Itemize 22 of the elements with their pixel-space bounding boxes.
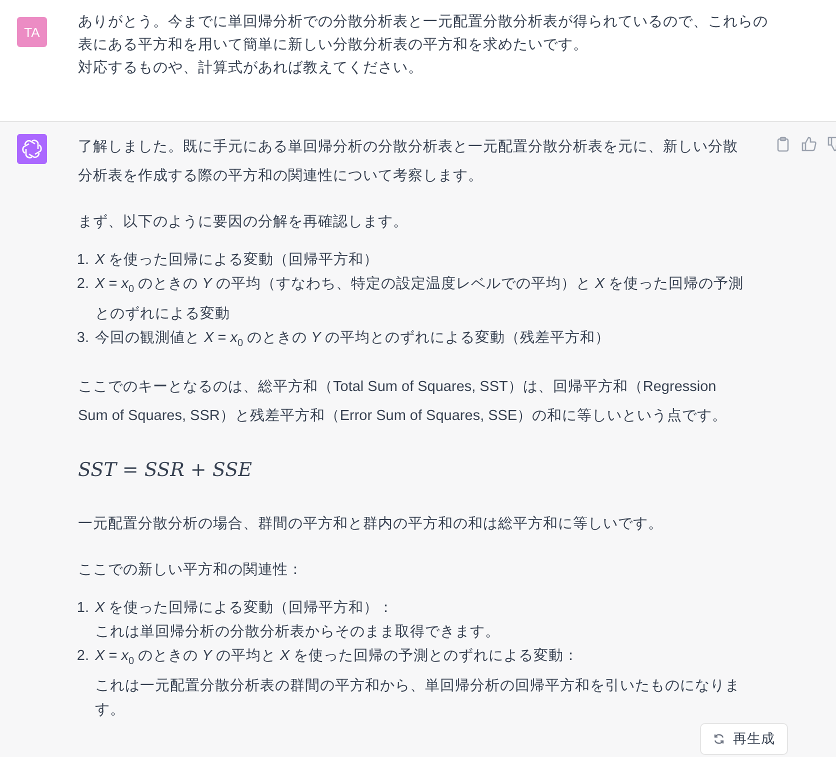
user-avatar: TA: [17, 17, 47, 47]
list-number: 1.: [76, 251, 90, 270]
list-number: 2.: [76, 275, 90, 294]
message-paragraph: 一元配置分散分析の場合、群間の平方和と群内の平方和の和は総平方和に等しいです。: [78, 514, 664, 534]
refresh-icon: [713, 733, 725, 745]
list-item-text: X = x$_{0}$ のときの Y の平均と X を使った回帰の予測とのずれによる変動： これは一元配置分散分析表の群間の平方和から、単回帰分析の回帰平方和を引いたものになりま す。: [95, 646, 740, 720]
thumbs-up-icon[interactable]: [800, 136, 817, 152]
message-paragraph: ここでのキーとなるのは、総平方和（Total Sum of Squares, SST）は、回帰平方和（Regression Sum of Squares, SSR）と残差平方和（Error Sum of Squares, SSE）の和に等しいという点です。: [78, 378, 728, 426]
clipboard-icon[interactable]: [774, 136, 791, 152]
list-item-text: X を使った回帰による変動（回帰平方和）: [95, 250, 379, 270]
list-number: 3.: [76, 328, 90, 348]
message-paragraph: ここでの新しい平方和の関連性：: [78, 560, 304, 580]
message-paragraph: まず、以下のように要因の分解を再確認します。: [78, 213, 409, 232]
list-item-text: X を使った回帰による変動（回帰平方和）： これは単回帰分析の分散分析表からそのまま取得できます。: [95, 598, 500, 642]
assistant-logo-icon: [17, 134, 47, 164]
list-item-text: 今回の観測値と X = x$_{0}$ のときの Y の平均とのずれによる変動（残差平方和）: [95, 328, 610, 351]
message-paragraph: 了解しました。既に手元にある単回帰分析の分散分析表と一元配置分散分析表を元に、新しい分散 分析表を作成する際の平方和の関連性について考察します。: [78, 138, 739, 186]
list-number: 2.: [76, 646, 90, 666]
list-number: 1.: [76, 598, 90, 618]
math-formula: SST = SSR + SSE: [78, 458, 253, 483]
user-message: ありがとう。今までに単回帰分析での分散分析表と一元配置分散分析表が得られているので、これらの 表にある平方和を用いて簡単に新しい分散分析表の平方和を求めたいです。 対応するものや、計算式があれば教えてください。: [78, 13, 768, 78]
regenerate-button[interactable]: 再生成: [700, 723, 788, 755]
